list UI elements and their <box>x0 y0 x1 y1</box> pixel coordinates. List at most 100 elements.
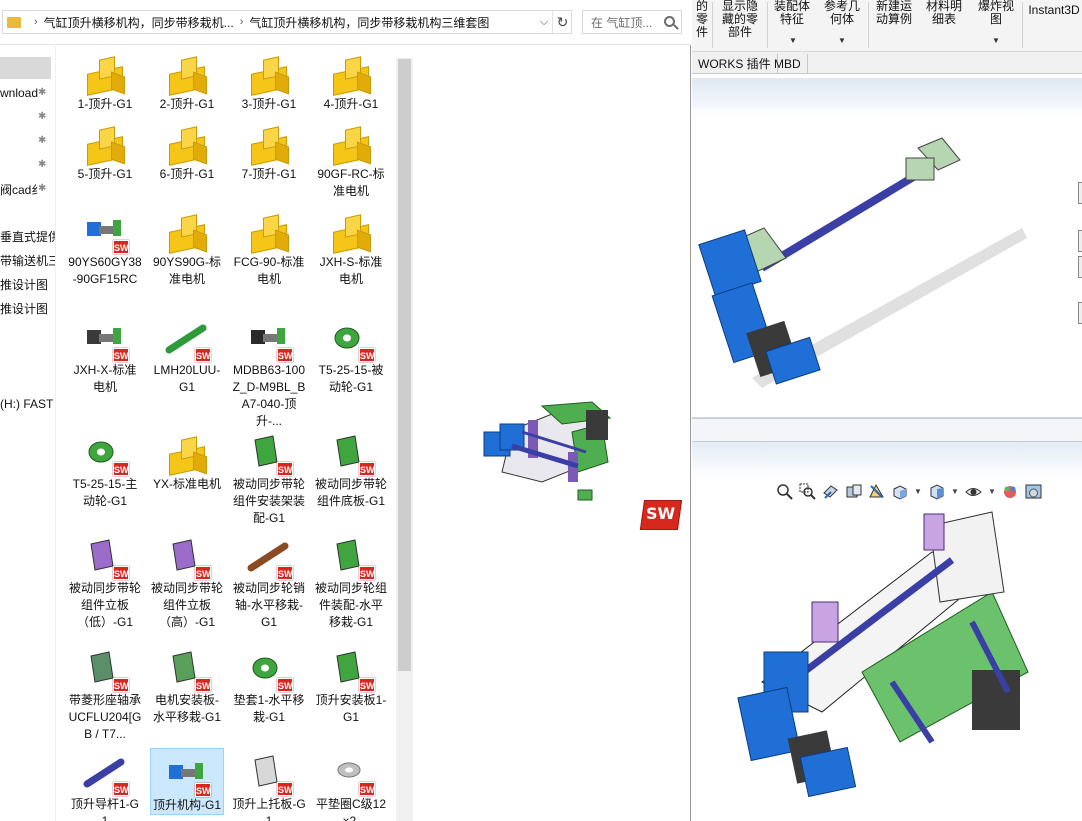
solidworks-badge-icon: SW <box>359 782 375 796</box>
section-view-icon[interactable] <box>845 483 862 500</box>
nav-item[interactable]: 推设计图 <box>0 274 55 294</box>
breadcrumb-item[interactable]: 气缸顶升横移机构，同步带移栽机构三维套图 <box>249 14 489 31</box>
task-pane-tab[interactable] <box>1078 256 1082 278</box>
file-item[interactable]: SW 被动同步轮组件装配-水平移栽-G1 <box>314 532 388 631</box>
part-icon <box>77 118 133 166</box>
solidworks-badge-icon: SW <box>195 566 211 580</box>
file-item[interactable]: 90YS90G-标准电机 <box>150 206 224 288</box>
nav-item-label: (H:) FAST <box>0 397 54 411</box>
file-item[interactable]: SW 被动同步带轮组件底板-G1 <box>314 428 388 510</box>
file-item[interactable]: SW MDBB63-100Z_D-M9BL_BA7-040-顶升-... <box>232 314 306 430</box>
file-item[interactable]: 1-顶升-G1 <box>68 48 142 113</box>
viewport-splitter[interactable] <box>692 418 1082 442</box>
chevron-down-icon[interactable]: ▼ <box>838 36 846 45</box>
search-input[interactable]: 在 气缸顶... <box>582 10 682 34</box>
new-motion-study-button[interactable]: 新建运动算例 <box>872 0 916 26</box>
file-item[interactable]: 7-顶升-G1 <box>232 118 306 183</box>
file-item[interactable]: 90GF-RC-标准电机 <box>314 118 388 200</box>
zoom-to-area-icon[interactable] <box>799 483 816 500</box>
task-pane-tab[interactable] <box>1078 182 1082 204</box>
file-item[interactable]: SW 垫套1-水平移栽-G1 <box>232 644 306 726</box>
refresh-icon[interactable]: ↻ <box>552 11 572 33</box>
file-item[interactable]: 4-顶升-G1 <box>314 48 388 113</box>
vertical-scrollbar[interactable] <box>396 58 413 821</box>
nav-item[interactable]: 阀cad纟 ✱ <box>0 179 55 199</box>
task-pane-tab[interactable] <box>1078 230 1082 252</box>
nav-item[interactable]: 垂直式提供 <box>0 226 55 246</box>
file-name: 顶升安装板1-G1 <box>315 693 387 724</box>
chevron-down-icon[interactable]: ▼ <box>992 36 1000 45</box>
file-item[interactable]: SW 电机安装板-水平移栽-G1 <box>150 644 224 726</box>
view-orientation-icon[interactable] <box>891 483 908 500</box>
nav-item[interactable]: ✱ <box>0 155 55 175</box>
file-item[interactable]: SW T5-25-15-主动轮-G1 <box>68 428 142 510</box>
nav-item[interactable]: wnload ✱ <box>0 83 55 103</box>
instant3d-button[interactable]: Instant3D <box>1026 4 1082 17</box>
breadcrumb-item[interactable]: 气缸顶升横移机构，同步带移栽机... <box>44 14 234 31</box>
address-field[interactable]: › 气缸顶升横移机构，同步带移栽机... › 气缸顶升横移机构，同步带移栽机构三… <box>2 10 572 34</box>
task-pane-tab[interactable] <box>1078 302 1082 324</box>
file-item[interactable]: SW 带菱形座轴承UCFLU204[GB / T7... <box>68 644 142 743</box>
zoom-to-fit-icon[interactable] <box>776 483 793 500</box>
tab-mbd[interactable]: MBD <box>768 54 808 74</box>
purple-plate-icon: SW <box>77 532 133 580</box>
pin-icon: ✱ <box>38 135 47 146</box>
assembly-features-button[interactable]: 装配体特征 <box>770 0 814 26</box>
file-item[interactable]: SW LMH20LUU-G1 <box>150 314 224 396</box>
desktop: › 气缸顶升横移机构，同步带移栽机... › 气缸顶升横移机构，同步带移栽机构三… <box>0 0 1082 821</box>
file-item[interactable]: 3-顶升-G1 <box>232 48 306 113</box>
solidworks-badge-icon: SW <box>113 566 129 580</box>
navigation-pane: wnload ✱ ✱ ✱ ✱ 阀cad纟 ✱ 垂直式提供 带输送机三 推设计图 推设… <box>0 46 56 821</box>
file-item[interactable]: 6-顶升-G1 <box>150 118 224 183</box>
chevron-down-icon[interactable]: ▼ <box>789 36 797 45</box>
file-item[interactable]: SW 被动同步轮销轴-水平移栽-G1 <box>232 532 306 631</box>
bill-of-materials-button[interactable]: 材料明细表 <box>922 0 966 26</box>
file-item[interactable]: 5-顶升-G1 <box>68 118 142 183</box>
nav-item[interactable]: ✱ <box>0 107 55 127</box>
previous-view-icon[interactable] <box>822 483 839 500</box>
dynamic-annotation-icon[interactable] <box>868 483 885 500</box>
file-item[interactable]: 2-顶升-G1 <box>150 48 224 113</box>
file-item[interactable]: SW T5-25-15-被动轮-G1 <box>314 314 388 396</box>
file-name: 90GF-RC-标准电机 <box>317 167 385 198</box>
part-icon <box>159 48 215 96</box>
part-icon <box>323 206 379 254</box>
ribbon-button-partial[interactable]: 的零件 <box>692 0 712 39</box>
file-item[interactable]: YX-标准电机 <box>150 428 224 493</box>
chevron-down-icon[interactable]: ▼ <box>988 487 996 496</box>
nav-item-selected[interactable] <box>0 57 51 79</box>
solidworks-badge-icon: SW <box>359 348 375 362</box>
tab-solidworks-addins[interactable]: WORKS 插件 <box>692 54 778 74</box>
show-hidden-components-button[interactable]: 显示隐藏的零部件 <box>718 0 762 39</box>
nav-item[interactable]: ✱ <box>0 131 55 151</box>
apply-scene-icon[interactable] <box>1025 483 1042 500</box>
edit-appearance-icon[interactable] <box>1002 483 1019 500</box>
file-item[interactable]: SW 顶升机构-G1 <box>150 748 224 815</box>
graphics-viewport-top[interactable] <box>692 78 1082 418</box>
chevron-down-icon[interactable]: ▼ <box>951 487 959 496</box>
file-item[interactable]: SW 被动同步带轮组件安装架装配-G1 <box>232 428 306 527</box>
chevron-down-icon[interactable]: ▼ <box>914 487 922 496</box>
file-item[interactable]: SW 顶升导杆1-G1 <box>68 748 142 821</box>
file-item[interactable]: SW 90YS60GY38-90GF15RC <box>68 206 142 288</box>
hide-show-items-icon[interactable] <box>965 483 982 500</box>
reference-geometry-button[interactable]: 参考几何体 <box>820 0 864 26</box>
address-history-chevron-down-icon[interactable]: ⌵ <box>536 11 552 33</box>
file-item[interactable]: SW 被动同步带轮组件立板（高）-G1 <box>150 532 224 631</box>
nav-item-drive[interactable]: (H:) FAST <box>0 394 55 414</box>
file-item[interactable]: SW 顶升安装板1-G1 <box>314 644 388 726</box>
file-item[interactable]: SW 顶升上托板-G1 <box>232 748 306 821</box>
file-item[interactable]: JXH-S-标准电机 <box>314 206 388 288</box>
nav-item[interactable]: 推设计图 <box>0 298 55 318</box>
file-item[interactable]: SW 平垫圈C级12×2. <box>314 748 388 821</box>
file-item[interactable]: FCG-90-标准电机 <box>232 206 306 288</box>
model-view-isometric <box>698 137 1027 388</box>
scrollbar-thumb[interactable] <box>398 59 411 671</box>
nav-item[interactable]: 带输送机三 <box>0 250 55 270</box>
file-item[interactable]: SW JXH-X-标准电机 <box>68 314 142 396</box>
file-name: 被动同步带轮组件立板（低）-G1 <box>68 581 141 629</box>
file-grid: 1-顶升-G1 2-顶升-G1 3-顶升-G1 4-顶升-G1 5-顶升-G1 6-顶升-… <box>68 48 394 821</box>
display-style-icon[interactable] <box>928 483 945 500</box>
exploded-view-button[interactable]: 爆炸视图 <box>974 0 1018 26</box>
file-item[interactable]: SW 被动同步带轮组件立板（低）-G1 <box>68 532 142 631</box>
